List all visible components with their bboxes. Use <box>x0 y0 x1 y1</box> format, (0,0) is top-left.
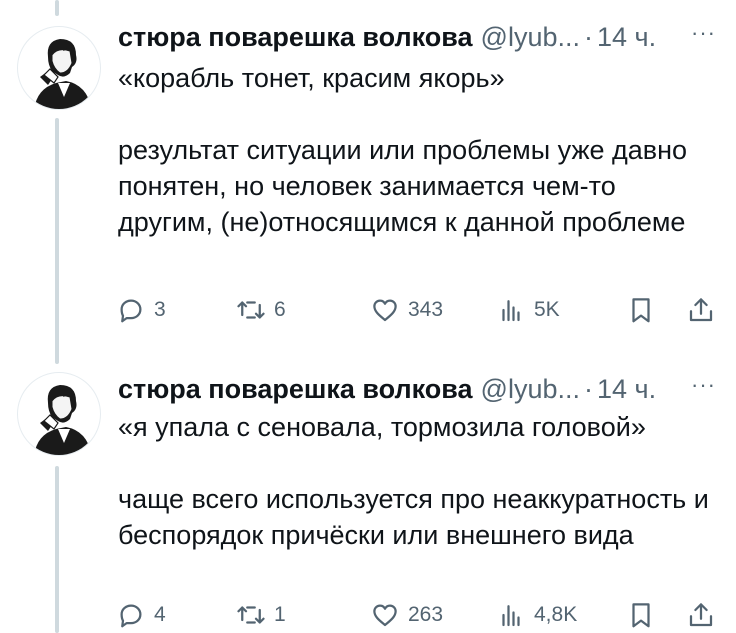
retweet-button[interactable]: 6 <box>236 290 286 330</box>
reply-icon <box>120 299 142 323</box>
like-count: 343 <box>408 298 444 321</box>
tweet-actions: 4 1 263 4,8K <box>116 595 722 633</box>
tweet-text: «корабль тонет, красим якорь» результат … <box>118 60 712 240</box>
tweet-header: стюра поварешка волкова @lyub... · 14 ч.… <box>118 372 716 405</box>
reply-count: 4 <box>154 603 166 626</box>
separator: · <box>584 374 593 404</box>
tweet-text-line: «корабль тонет, красим якорь» <box>118 63 505 93</box>
retweet-button[interactable]: 1 <box>236 595 286 633</box>
views-icon <box>502 300 520 322</box>
bookmark-button[interactable] <box>626 290 656 330</box>
share-icon <box>689 603 713 627</box>
more-icon[interactable]: ··· <box>691 20 716 46</box>
reply-count: 3 <box>154 298 166 321</box>
reply-button[interactable]: 3 <box>116 290 166 330</box>
heart-icon <box>373 604 397 627</box>
tweet-text: «я упала с сеновала, тормозила головой» … <box>118 409 712 553</box>
reply-button[interactable]: 4 <box>116 595 166 633</box>
tweet-text-line: результат ситуации или проблемы уже давн… <box>118 135 688 237</box>
views-count: 4,8K <box>534 603 578 626</box>
views-count: 5K <box>534 298 560 321</box>
retweet-count: 1 <box>274 603 286 626</box>
views-icon <box>502 605 520 627</box>
tweet-header: стюра поварешка волкова @lyub... · 14 ч.… <box>118 20 716 53</box>
tweet-actions: 3 6 343 5K <box>116 290 722 330</box>
retweet-count: 6 <box>274 298 286 321</box>
tweet[interactable]: стюра поварешка волкова @lyub... · 14 ч.… <box>0 0 736 364</box>
author-name[interactable]: стюра поварешка волкова <box>118 22 473 53</box>
bookmark-button[interactable] <box>626 595 656 633</box>
timestamp[interactable]: 14 ч. <box>597 22 656 53</box>
timestamp[interactable]: 14 ч. <box>597 374 656 405</box>
heart-icon <box>373 299 397 322</box>
share-button[interactable] <box>686 595 716 633</box>
like-button[interactable]: 343 <box>370 290 443 330</box>
reply-icon <box>120 604 142 628</box>
author-handle[interactable]: @lyub... <box>481 22 580 53</box>
separator: · <box>584 22 593 52</box>
views-button[interactable]: 5K <box>496 290 560 330</box>
views-button[interactable]: 4,8K <box>496 595 577 633</box>
share-button[interactable] <box>686 290 716 330</box>
tweet-text-line: чаще всего используется про неаккуратнос… <box>118 484 709 550</box>
author-name[interactable]: стюра поварешка волкова <box>118 374 473 405</box>
bookmark-icon <box>632 298 650 323</box>
like-count: 263 <box>408 603 444 626</box>
retweet-icon <box>237 606 265 624</box>
author-handle[interactable]: @lyub... <box>481 374 580 405</box>
retweet-icon <box>237 301 265 319</box>
tweet[interactable]: стюра поварешка волкова @lyub... · 14 ч.… <box>0 364 736 633</box>
bookmark-icon <box>632 603 650 628</box>
avatar[interactable] <box>17 372 101 456</box>
tweet-text-line: «я упала с сеновала, тормозила головой» <box>118 412 646 442</box>
like-button[interactable]: 263 <box>370 595 443 633</box>
avatar[interactable] <box>17 26 101 110</box>
share-icon <box>689 298 713 322</box>
more-icon[interactable]: ··· <box>691 372 716 398</box>
